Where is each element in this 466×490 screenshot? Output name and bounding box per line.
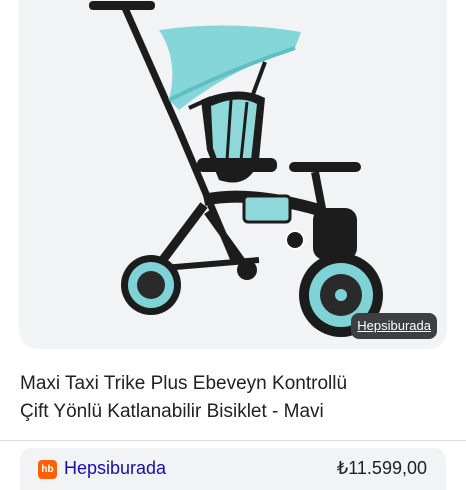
divider	[0, 440, 466, 441]
product-image	[89, 1, 383, 337]
product-title-line2: Çift Yönlü Katlanabilir Bisiklet - Mavi	[20, 401, 324, 422]
offer-price: ₺11.599,00	[336, 458, 427, 478]
merchant-name: Hepsiburada	[64, 458, 167, 478]
product-title[interactable]: Maxi Taxi Trike Plus Ebeveyn Kontrollü Ç…	[20, 370, 450, 426]
product-title-line1: Maxi Taxi Trike Plus Ebeveyn Kontrollü	[20, 373, 348, 394]
hepsiburada-logo-icon: hb	[38, 460, 57, 479]
product-image-card[interactable]: Hepsiburada	[19, 0, 447, 349]
image-source-link[interactable]: Hepsiburada	[351, 313, 437, 339]
merchant-offer-row[interactable]: hb Hepsiburada ₺11.599,00	[20, 448, 446, 490]
